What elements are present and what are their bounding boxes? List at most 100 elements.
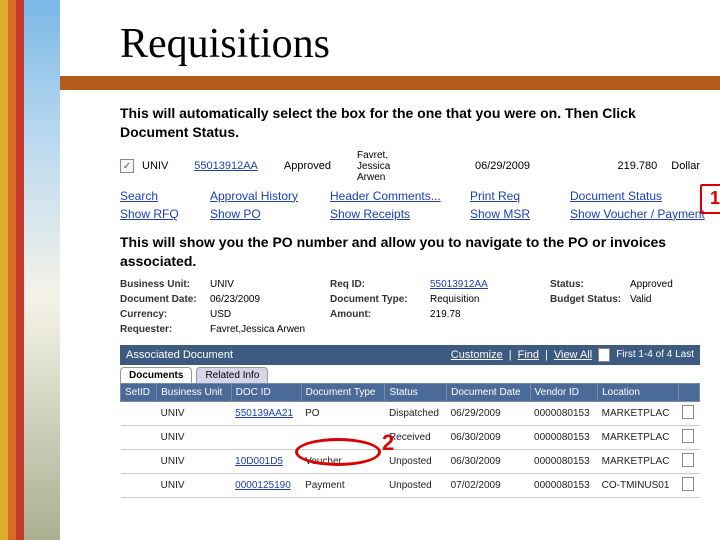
cell-docid-link[interactable]: 550139AA21: [231, 401, 301, 425]
approval-history-link[interactable]: Approval History: [210, 189, 330, 203]
val-doctype: Requisition: [430, 294, 550, 305]
cell-location: CO-TMINUS01: [598, 473, 679, 497]
cell-doctype: Payment: [301, 473, 385, 497]
col-doctype: Document Type: [301, 383, 385, 401]
col-setid: SetID: [121, 383, 157, 401]
cell-bu: UNIV: [157, 473, 232, 497]
customize-link[interactable]: Customize: [451, 349, 503, 361]
req-detail-block: Business Unit: UNIV Req ID: 55013912AA S…: [120, 277, 700, 337]
callout-2: 2: [382, 430, 394, 456]
cell-bu: UNIV: [157, 425, 232, 449]
assoc-table: SetID Business Unit DOC ID Document Type…: [120, 383, 700, 498]
tab-documents[interactable]: Documents: [120, 367, 192, 383]
cell-doc-icon[interactable]: [678, 449, 699, 473]
selected-req-row: ✓ UNIV 55013912AA Approved Favret, Jessi…: [120, 148, 700, 187]
cell-setid: [121, 449, 157, 473]
val-reqid[interactable]: 55013912AA: [430, 279, 550, 290]
print-req-link[interactable]: Print Req: [470, 189, 570, 203]
col-location: Location: [598, 383, 679, 401]
cell-doctype: Voucher: [301, 449, 385, 473]
val-status: Approved: [630, 279, 710, 290]
document-icon: [682, 429, 694, 443]
show-receipts-link[interactable]: Show Receipts: [330, 207, 470, 221]
cell-doc-icon[interactable]: [678, 425, 699, 449]
req-id-link[interactable]: 55013912AA: [194, 160, 258, 172]
grid-icon[interactable]: [598, 348, 610, 362]
val-amount: 219.78: [430, 309, 550, 320]
assoc-title: Associated Document: [126, 349, 233, 361]
cell-doc-icon[interactable]: [678, 401, 699, 425]
assoc-tabs: Documents Related Info: [120, 367, 700, 383]
cell-setid: [121, 473, 157, 497]
status-value: Approved: [284, 160, 331, 172]
val-budget: Valid: [630, 294, 710, 305]
show-msr-link[interactable]: Show MSR: [470, 207, 570, 221]
cell-location: MARKETPLAC: [598, 449, 679, 473]
cell-docdate: 06/30/2009: [447, 425, 530, 449]
show-rfq-link[interactable]: Show RFQ: [120, 207, 210, 221]
table-row: UNIV0000125190PaymentUnposted07/02/20090…: [121, 473, 700, 497]
lbl-budget: Budget Status:: [550, 294, 630, 305]
val-currency: USD: [210, 309, 330, 320]
col-vendor: Vendor ID: [530, 383, 598, 401]
cell-setid: [121, 425, 157, 449]
header-comments-link[interactable]: Header Comments...: [330, 189, 470, 203]
callout-1: 1: [700, 184, 720, 214]
document-icon: [682, 477, 694, 491]
nav-text[interactable]: First 1-4 of 4 Last: [616, 349, 694, 360]
lbl-status: Status:: [550, 279, 630, 290]
val-requester: Favret,Jessica Arwen: [210, 324, 550, 335]
viewall-link[interactable]: View All: [554, 349, 592, 361]
cell-doc-icon[interactable]: [678, 473, 699, 497]
cell-status: Dispatched: [385, 401, 447, 425]
cell-docid-link[interactable]: [231, 425, 301, 449]
document-icon: [682, 453, 694, 467]
find-link[interactable]: Find: [518, 349, 539, 361]
cell-bu: UNIV: [157, 449, 232, 473]
cell-bu: UNIV: [157, 401, 232, 425]
lbl-doctype: Document Type:: [330, 294, 430, 305]
cell-docid-link[interactable]: 10D001D5: [231, 449, 301, 473]
link-grid: Search Approval History Header Comments.…: [120, 189, 700, 221]
col-bu: Business Unit: [157, 383, 232, 401]
bu-value: UNIV: [142, 160, 168, 172]
cell-location: MARKETPLAC: [598, 401, 679, 425]
amount-value: 219.780: [618, 160, 658, 172]
lbl-amount: Amount:: [330, 309, 430, 320]
lbl-reqid: Req ID:: [330, 279, 430, 290]
cell-vendor: 0000080153: [530, 473, 598, 497]
side-decor: [0, 0, 60, 540]
page-title: Requisitions: [120, 20, 700, 68]
table-row: UNIV10D001D5VoucherUnposted06/30/2009000…: [121, 449, 700, 473]
cell-vendor: 0000080153: [530, 425, 598, 449]
tab-related-info[interactable]: Related Info: [196, 367, 268, 383]
col-docdate: Document Date: [447, 383, 530, 401]
show-po-link[interactable]: Show PO: [210, 207, 330, 221]
table-row: UNIV550139AA21PODispatched06/29/20090000…: [121, 401, 700, 425]
cell-vendor: 0000080153: [530, 401, 598, 425]
assoc-header-bar: Associated Document Customize | Find | V…: [120, 345, 700, 365]
title-underline: [60, 76, 720, 90]
currency-value: Dollar: [671, 160, 700, 172]
document-status-link[interactable]: Document Status: [570, 189, 720, 203]
instruction-2: This will show you the PO number and all…: [120, 233, 700, 271]
col-docid: DOC ID: [231, 383, 301, 401]
date-value: 06/29/2009: [475, 160, 530, 172]
show-voucher-link[interactable]: Show Voucher / Payment: [570, 207, 720, 221]
cell-status: Unposted: [385, 473, 447, 497]
val-bu: UNIV: [210, 279, 330, 290]
lbl-requester: Requester:: [120, 324, 210, 335]
search-link[interactable]: Search: [120, 189, 210, 203]
cell-docdate: 06/29/2009: [447, 401, 530, 425]
table-row: UNIVReceived06/30/20090000080153MARKETPL…: [121, 425, 700, 449]
instruction-1: This will automatically select the box f…: [120, 104, 700, 142]
cell-vendor: 0000080153: [530, 449, 598, 473]
document-icon: [682, 405, 694, 419]
requester-name: Favret, Jessica Arwen: [357, 150, 417, 183]
cell-setid: [121, 401, 157, 425]
checkbox-checked-icon[interactable]: ✓: [120, 159, 134, 173]
cell-docid-link[interactable]: 0000125190: [231, 473, 301, 497]
lbl-docdate: Document Date:: [120, 294, 210, 305]
cell-docdate: 06/30/2009: [447, 449, 530, 473]
col-status: Status: [385, 383, 447, 401]
